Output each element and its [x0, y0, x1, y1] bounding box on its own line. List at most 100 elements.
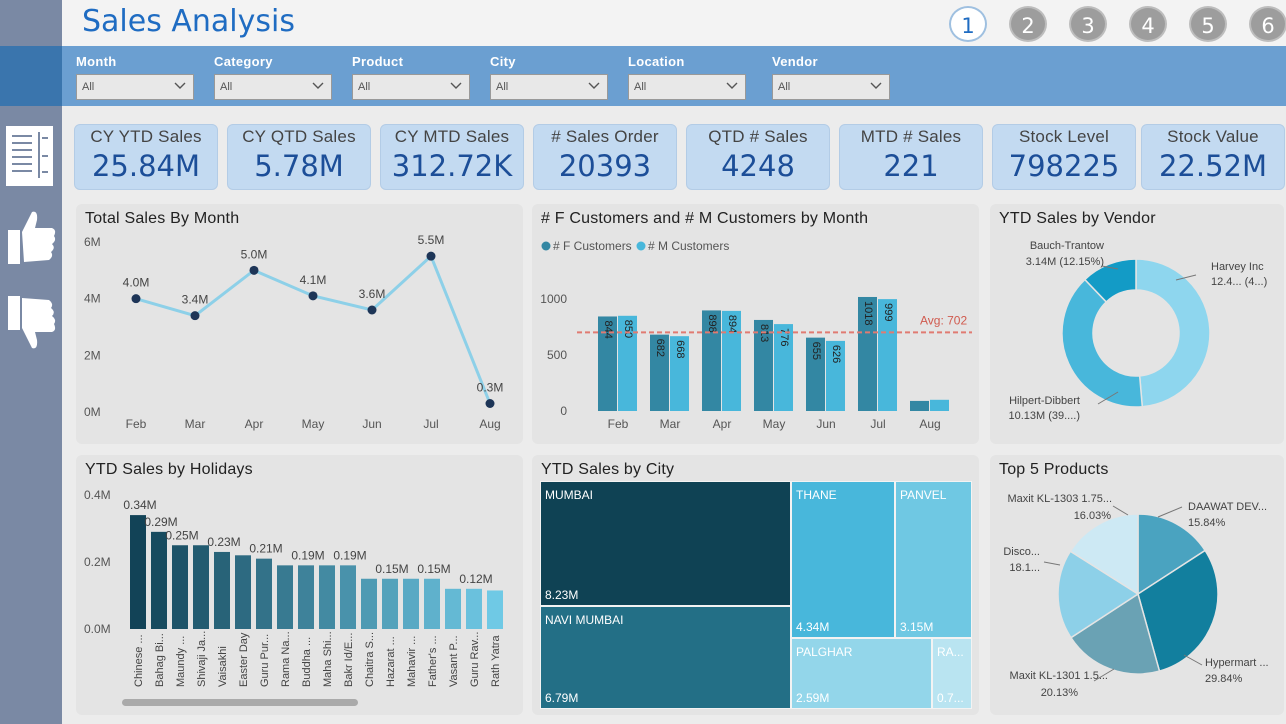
x-tick-label: Vaisakhi	[217, 646, 229, 687]
donut-chart[interactable]: Harvey Inc 12.4... (4...) Hilpert-Dibbert 1…	[990, 204, 1284, 444]
data-label: 0.21M	[249, 542, 282, 556]
bar[interactable]	[403, 578, 419, 629]
data-label: 0.19M	[291, 548, 324, 562]
data-label: 844	[602, 320, 614, 338]
vendor-select[interactable]: All	[772, 74, 890, 100]
bar[interactable]	[930, 399, 949, 411]
product-select[interactable]: All	[352, 74, 470, 100]
select-value: All	[220, 81, 233, 93]
bar[interactable]	[424, 578, 440, 629]
bar[interactable]	[445, 588, 461, 629]
thumbs-up-icon[interactable]	[6, 206, 56, 266]
data-point[interactable]	[249, 265, 259, 275]
bar[interactable]	[172, 545, 188, 629]
page-button-4[interactable]: 4	[1129, 6, 1167, 42]
pie-chart[interactable]: DAAWAT DEV... 15.84% Hypermart ... 29.84% Ma…	[990, 455, 1284, 715]
bar[interactable]	[340, 565, 356, 629]
horizontal-scrollbar[interactable]	[122, 699, 358, 706]
treemap-tile[interactable]: RA... 0.7...	[932, 638, 972, 709]
kpi-stock-level: Stock Level 798225	[992, 124, 1136, 190]
data-point[interactable]	[308, 291, 318, 301]
select-value: All	[778, 81, 791, 93]
data-label: 894	[726, 315, 738, 333]
data-label: 0.3M	[477, 381, 504, 395]
slice-percent: 20.13%	[1041, 687, 1079, 699]
data-label: 1018	[862, 301, 874, 325]
x-tick-label: Maundy ...	[175, 636, 187, 687]
filter-label: Category	[214, 54, 273, 69]
bar[interactable]	[193, 545, 209, 629]
bar[interactable]	[130, 515, 146, 629]
y-tick-label: 0.0M	[84, 622, 111, 636]
panel-sales-by-holidays: YTD Sales by Holidays 0.0M 0.2M 0.4M 0.34M C…	[76, 455, 523, 715]
bar[interactable]	[151, 531, 167, 629]
average-label: Avg: 702	[920, 313, 967, 327]
data-point[interactable]	[485, 399, 495, 408]
page-button-6[interactable]: 6	[1249, 6, 1286, 42]
select-value: All	[634, 81, 647, 93]
donut-slice[interactable]	[1135, 258, 1211, 408]
slice-value: 10.13M (39....)	[1008, 410, 1080, 422]
bar[interactable]	[256, 558, 272, 629]
x-tick-label: Chaitra S...	[364, 632, 376, 687]
kpi-label: CY MTD Sales	[394, 127, 510, 146]
chevron-down-icon	[450, 82, 462, 89]
panel-total-sales-by-month: Total Sales By Month 0M 2M 4M 6M 4.0M Feb 3.4M…	[76, 204, 523, 444]
category-select[interactable]: All	[214, 74, 332, 100]
page-button-3[interactable]: 3	[1069, 6, 1107, 42]
legend-label-m: # M Customers	[648, 239, 729, 253]
treemap-tile[interactable]: MUMBAI 8.23M	[540, 481, 791, 606]
tile-value: 3.15M	[900, 620, 934, 634]
clustered-bar-chart[interactable]: # F Customers # M Customers 0 500 1000 844 850…	[532, 204, 979, 444]
page-button-1[interactable]: 1	[949, 6, 987, 42]
y-tick-label: 0.2M	[84, 555, 111, 569]
data-point[interactable]	[426, 251, 436, 261]
kpi-mtd-sales-count: MTD # Sales 221	[839, 124, 983, 190]
bar[interactable]	[466, 588, 482, 629]
treemap-tile[interactable]: PALGHAR 2.59M	[791, 638, 932, 709]
data-point[interactable]	[367, 305, 377, 315]
treemap-tile[interactable]: NAVI MUMBAI 6.79M	[540, 606, 791, 709]
treemap-tile[interactable]: PANVEL 3.15M	[895, 481, 972, 638]
list-icon[interactable]	[6, 124, 54, 186]
bar[interactable]	[487, 590, 503, 629]
slice-percent: 15.84%	[1188, 517, 1226, 529]
panel-sales-by-city: YTD Sales by City MUMBAI 8.23M NAVI MUMBAI…	[532, 455, 979, 715]
kpi-qtd-sales-count: QTD # Sales 4248	[686, 124, 830, 190]
bar[interactable]	[910, 400, 929, 411]
tile-label: PANVEL	[900, 488, 947, 502]
location-select[interactable]: All	[628, 74, 746, 100]
bar[interactable]	[277, 565, 293, 629]
bar[interactable]	[382, 578, 398, 629]
kpi-value: 798225	[1008, 149, 1120, 183]
tile-value: 0.7...	[937, 691, 964, 705]
month-select[interactable]: All	[76, 74, 194, 100]
holidays-bar-chart[interactable]: 0.0M 0.2M 0.4M 0.34M Chinese ... 0.29M Bahag B…	[76, 455, 523, 715]
bar[interactable]	[361, 578, 377, 629]
bar[interactable]	[298, 565, 314, 629]
legend-label-f: # F Customers	[553, 239, 632, 253]
panel-sales-by-vendor: YTD Sales by Vendor Harvey Inc 12.4... (4…	[990, 204, 1284, 444]
bar[interactable]	[214, 551, 230, 629]
kpi-value: 5.78M	[254, 149, 344, 183]
data-label: 4.1M	[300, 273, 327, 287]
data-point[interactable]	[190, 311, 200, 321]
line-chart[interactable]: 0M 2M 4M 6M 4.0M Feb 3.4M Mar 5.0M Apr 4.1M May 3.6M…	[76, 204, 523, 444]
bar[interactable]	[319, 565, 335, 629]
slice-label: Hilpert-Dibbert	[1009, 395, 1080, 407]
treemap-tile[interactable]: THANE 4.34M	[791, 481, 895, 638]
thumbs-down-icon[interactable]	[6, 292, 56, 352]
filter-month: Month All	[76, 54, 194, 100]
data-label: 898	[706, 314, 718, 332]
bar[interactable]	[235, 555, 251, 629]
data-point[interactable]	[131, 294, 141, 304]
city-select[interactable]: All	[490, 74, 608, 100]
page-button-5[interactable]: 5	[1189, 6, 1227, 42]
x-tick-label: Apr	[713, 417, 732, 431]
page-button-2[interactable]: 2	[1009, 6, 1047, 42]
data-label: 0.12M	[459, 572, 492, 586]
leader-line	[1112, 505, 1129, 516]
kpi-label: # Sales Order	[551, 127, 659, 146]
kpi-label: MTD # Sales	[860, 127, 962, 146]
x-tick-label: May	[763, 417, 786, 431]
